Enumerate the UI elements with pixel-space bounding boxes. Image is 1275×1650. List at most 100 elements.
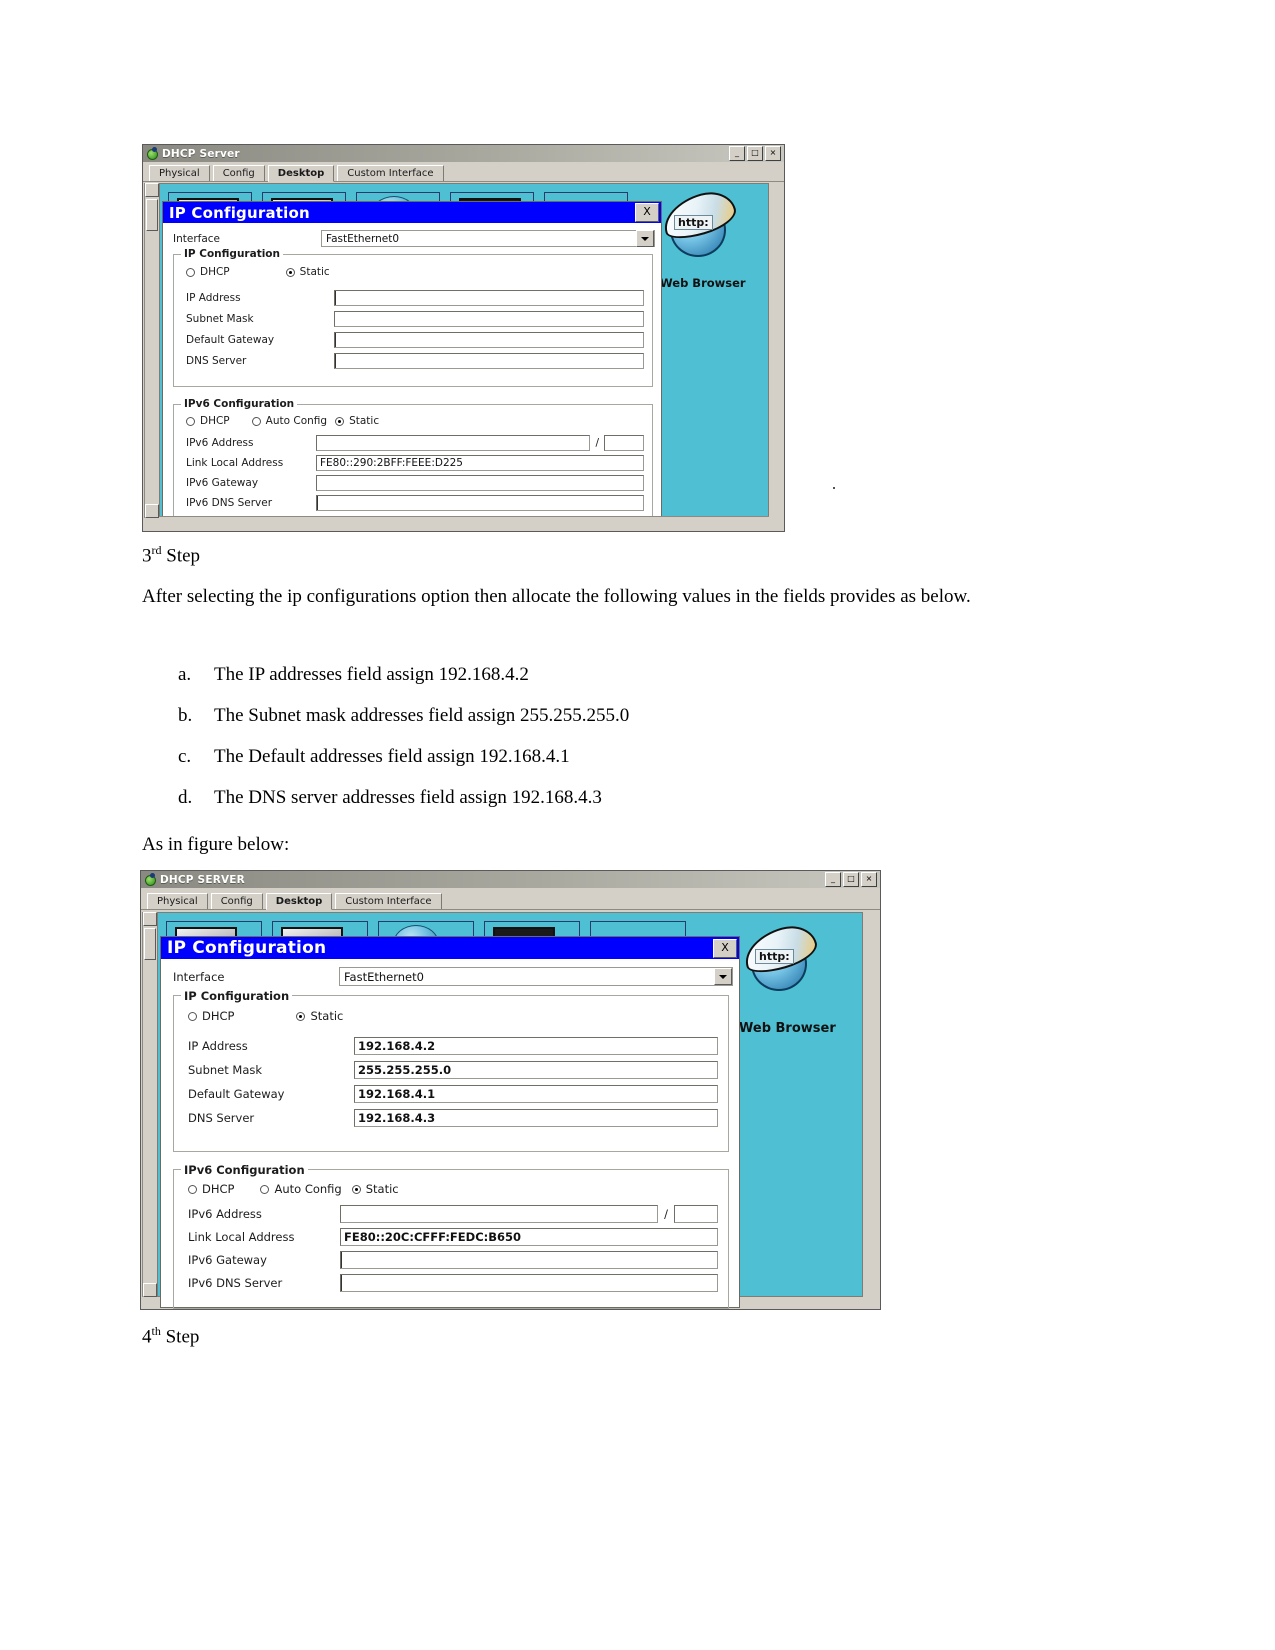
radio-ipv6-dhcp-circle[interactable] bbox=[188, 1184, 197, 1194]
tab-desktop[interactable]: Desktop bbox=[267, 165, 335, 182]
tab-config[interactable]: Config bbox=[212, 165, 265, 181]
maximize-button[interactable]: □ bbox=[747, 146, 763, 161]
radio-ipv6-static[interactable]: Static bbox=[335, 415, 379, 427]
web-browser-icon[interactable]: http: bbox=[738, 919, 822, 995]
minimize-button[interactable]: _ bbox=[729, 146, 745, 161]
minimize-button[interactable]: _ bbox=[825, 872, 841, 887]
dialog-title: IP Configuration bbox=[169, 203, 310, 222]
step3-number: 3 bbox=[142, 545, 152, 567]
document-page: DHCP Server _ □ × Physical Config Deskto… bbox=[0, 0, 1275, 1650]
radio-static-circle[interactable] bbox=[285, 267, 295, 277]
radio-static-circle[interactable] bbox=[296, 1011, 306, 1021]
interface-combobox[interactable]: FastEthernet0 bbox=[339, 967, 733, 986]
ip-address-input[interactable]: 192.168.4.2 bbox=[354, 1037, 718, 1055]
ipv6-address-input[interactable] bbox=[316, 435, 591, 451]
step3-ordinal: rd bbox=[151, 543, 162, 557]
radio-ipv6-dhcp[interactable]: DHCP bbox=[186, 415, 230, 427]
subnet-mask-input[interactable] bbox=[334, 311, 644, 327]
step4-number: 4 bbox=[142, 1326, 152, 1348]
ipv6-prefix-separator: / bbox=[664, 1207, 668, 1221]
dns-server-label: DNS Server bbox=[188, 1111, 255, 1125]
http-label: http: bbox=[755, 949, 794, 964]
default-gateway-input[interactable]: 192.168.4.1 bbox=[354, 1085, 718, 1103]
list-item-d: d. The DNS server addresses field assign… bbox=[178, 787, 602, 809]
radio-ipv6-auto-config-circle[interactable] bbox=[260, 1184, 270, 1194]
window-title: DHCP SERVER bbox=[160, 873, 245, 886]
radio-ipv6-dhcp-circle[interactable] bbox=[186, 416, 195, 426]
radio-ipv6-dhcp[interactable]: DHCP bbox=[188, 1182, 234, 1196]
dns-server-input[interactable]: 192.168.4.3 bbox=[354, 1109, 718, 1127]
ip-address-input[interactable] bbox=[334, 290, 644, 306]
radio-static[interactable]: Static bbox=[285, 266, 330, 278]
close-button[interactable]: × bbox=[861, 872, 877, 887]
radio-static-label: Static bbox=[310, 1009, 344, 1023]
field-row-dns-server: DNS Server bbox=[186, 353, 644, 369]
radio-dhcp-label: DHCP bbox=[202, 1009, 235, 1023]
ip-configuration-group: IP Configuration DHCP Static IP Address … bbox=[173, 989, 729, 1152]
window-vertical-scrollbar[interactable] bbox=[144, 183, 159, 518]
list-item-a: a. The IP addresses field assign 192.168… bbox=[178, 664, 529, 686]
tab-config[interactable]: Config bbox=[210, 893, 263, 909]
window-tabbar: Physical Config Desktop Custom Interface bbox=[141, 888, 880, 910]
radio-ipv6-dhcp-label: DHCP bbox=[202, 1182, 235, 1196]
close-button[interactable]: × bbox=[765, 146, 781, 161]
link-local-address-label: Link Local Address bbox=[188, 1230, 295, 1244]
dialog-close-button[interactable]: X bbox=[635, 203, 659, 222]
list-item-b: b. The Subnet mask addresses field assig… bbox=[178, 705, 629, 727]
radio-ipv6-dhcp-label: DHCP bbox=[200, 415, 230, 427]
link-local-address-input[interactable]: FE80::20C:CFFF:FEDC:B650 bbox=[340, 1228, 718, 1246]
ipv6-prefix-input[interactable] bbox=[674, 1205, 718, 1223]
ipv6-dns-server-label: IPv6 DNS Server bbox=[188, 1276, 283, 1290]
field-row-ip-address: IP Address bbox=[186, 290, 644, 306]
radio-static[interactable]: Static bbox=[296, 1009, 343, 1023]
ipv6-dns-server-input[interactable] bbox=[340, 1274, 718, 1292]
radio-ipv6-static-label: Static bbox=[365, 1182, 399, 1196]
radio-dhcp-circle[interactable] bbox=[188, 1011, 197, 1021]
tab-physical[interactable]: Physical bbox=[147, 893, 208, 909]
window-horizontal-scrollbar[interactable] bbox=[159, 516, 769, 531]
http-label: http: bbox=[674, 215, 713, 230]
ipv6-gateway-input[interactable] bbox=[340, 1251, 718, 1269]
field-row-dns-server: DNS Server 192.168.4.3 bbox=[188, 1109, 718, 1127]
radio-ipv6-auto-config-label: Auto Config bbox=[274, 1182, 342, 1196]
radio-ipv6-static[interactable]: Static bbox=[351, 1182, 399, 1196]
radio-ipv6-static-circle[interactable] bbox=[351, 1184, 361, 1194]
tab-custom-interface[interactable]: Custom Interface bbox=[335, 893, 442, 909]
maximize-button[interactable]: □ bbox=[843, 872, 859, 887]
tab-custom-interface[interactable]: Custom Interface bbox=[337, 165, 444, 181]
radio-dhcp[interactable]: DHCP bbox=[186, 266, 230, 278]
radio-ipv6-static-circle[interactable] bbox=[335, 416, 345, 426]
chevron-down-icon[interactable] bbox=[714, 968, 732, 985]
ipv6-address-input[interactable] bbox=[340, 1205, 659, 1223]
dialog-close-button[interactable]: X bbox=[713, 938, 737, 958]
interface-combobox[interactable]: FastEthernet0 bbox=[321, 230, 655, 247]
ipv6-prefix-input[interactable] bbox=[604, 435, 644, 451]
radio-ipv6-auto-config-circle[interactable] bbox=[251, 416, 261, 426]
ipv6-configuration-group: IPv6 Configuration DHCP Auto Config Stat… bbox=[173, 1163, 729, 1309]
radio-ipv6-auto-config[interactable]: Auto Config bbox=[251, 415, 327, 427]
web-browser-icon[interactable]: http: bbox=[657, 185, 741, 257]
radio-dhcp-circle[interactable] bbox=[186, 267, 195, 277]
link-local-address-input[interactable]: FE80::290:2BFF:FEEE:D225 bbox=[316, 455, 644, 471]
window-controls[interactable]: _ □ × bbox=[825, 872, 878, 887]
tab-desktop[interactable]: Desktop bbox=[265, 893, 333, 910]
ipv6-gateway-label: IPv6 Gateway bbox=[188, 1253, 267, 1267]
ipv6-gateway-input[interactable] bbox=[316, 475, 644, 491]
ipv6-prefix-separator: / bbox=[595, 437, 599, 449]
interface-label: Interface bbox=[173, 232, 221, 245]
interface-value: FastEthernet0 bbox=[344, 969, 424, 984]
dns-server-input[interactable] bbox=[334, 353, 644, 369]
ipv6-dns-server-input[interactable] bbox=[316, 495, 644, 511]
radio-dhcp[interactable]: DHCP bbox=[188, 1009, 234, 1023]
chevron-down-icon[interactable] bbox=[636, 230, 654, 247]
window-vertical-scrollbar[interactable] bbox=[142, 912, 157, 1297]
radio-ipv6-auto-config[interactable]: Auto Config bbox=[260, 1182, 342, 1196]
tab-physical[interactable]: Physical bbox=[149, 165, 210, 181]
subnet-mask-input[interactable]: 255.255.255.0 bbox=[354, 1061, 718, 1079]
default-gateway-input[interactable] bbox=[334, 332, 644, 348]
dhcp-server-window-top: DHCP Server _ □ × Physical Config Deskto… bbox=[142, 144, 785, 532]
list-marker-b: b. bbox=[178, 705, 193, 726]
ipv6-address-label: IPv6 Address bbox=[186, 437, 254, 449]
window-controls[interactable]: _ □ × bbox=[729, 146, 782, 161]
ipv6-address-label: IPv6 Address bbox=[188, 1207, 262, 1221]
